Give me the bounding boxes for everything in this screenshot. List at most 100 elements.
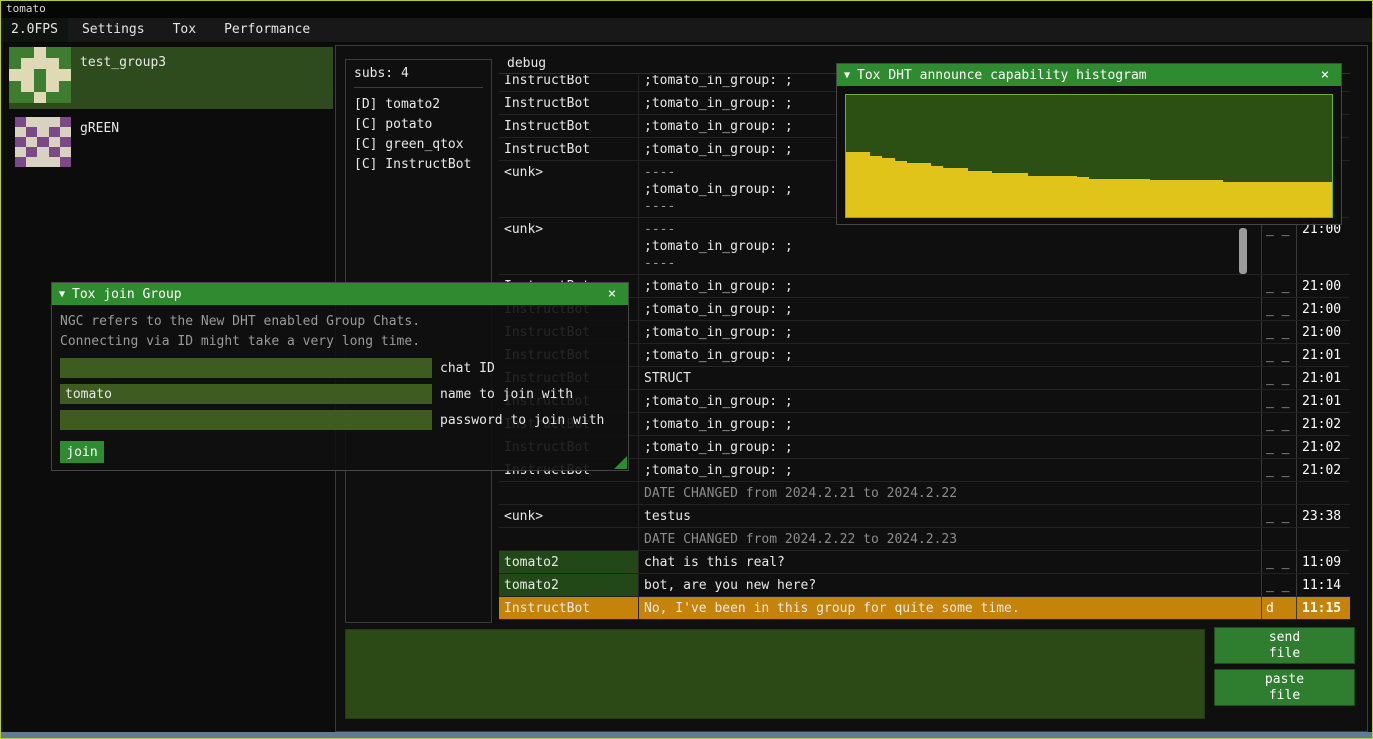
histogram-window-title: Tox DHT announce capability histogram	[857, 68, 1147, 83]
message-receipts	[1261, 528, 1296, 550]
message-receipts: _ _	[1261, 574, 1296, 596]
window-titlebar: tomato	[1, 1, 1372, 18]
histogram-bar	[1113, 179, 1125, 217]
histogram-bar	[1065, 176, 1077, 217]
join-field-label: name to join with	[440, 387, 573, 402]
message-row[interactable]: tomato2bot, are you new here?_ _11:14	[499, 574, 1350, 597]
histogram-bar	[1028, 176, 1040, 217]
menubar: 2.0FPSSettingsToxPerformance	[1, 18, 1372, 43]
message-time: 21:00	[1296, 321, 1350, 343]
histogram-bar	[1016, 173, 1028, 217]
histogram-bar	[1174, 180, 1186, 217]
join-button[interactable]: join	[60, 441, 104, 463]
menu-item-tox[interactable]: Tox	[159, 18, 210, 42]
message-row[interactable]: InstructBotNo, I've been in this group f…	[499, 597, 1350, 620]
message-text: chat is this real?	[639, 551, 1261, 573]
message-text: ----;tomato_in_group: ;----	[639, 218, 1261, 274]
subs-member[interactable]: [D] tomato2	[354, 95, 483, 115]
resize-grip[interactable]	[614, 456, 627, 469]
join-input-name-to-join-with[interactable]	[60, 384, 432, 404]
histogram-bar	[1271, 182, 1283, 217]
system-row[interactable]: DATE CHANGED from 2024.2.21 to 2024.2.22	[499, 482, 1350, 505]
histogram-bar	[1296, 182, 1308, 217]
message-text: bot, are you new here?	[639, 574, 1261, 596]
histogram-bar	[895, 161, 907, 217]
message-time: 21:00	[1296, 218, 1350, 274]
message-row[interactable]: <unk>----;tomato_in_group: ;----_ _21:00	[499, 218, 1350, 275]
histogram-bar	[1089, 179, 1101, 217]
sidebar-group-gREEN[interactable]: gREEN	[9, 113, 333, 175]
chat-scrollbar[interactable]	[1239, 228, 1247, 274]
subs-member[interactable]: [C] potato	[354, 115, 483, 135]
message-time: 21:02	[1296, 436, 1350, 458]
join-field-label: chat ID	[440, 361, 495, 376]
message-time: 11:15	[1296, 597, 1350, 619]
join-window-titlebar[interactable]: ▼ Tox join Group ×	[52, 283, 628, 305]
close-icon[interactable]: ×	[603, 286, 621, 302]
collapse-arrow-icon[interactable]: ▼	[59, 289, 65, 300]
histogram-bar	[992, 173, 1004, 217]
histogram-bar	[1077, 177, 1089, 217]
message-time: 21:00	[1296, 275, 1350, 297]
histogram-bar	[1041, 176, 1053, 217]
histogram-window-titlebar[interactable]: ▼ Tox DHT announce capability histogram …	[837, 64, 1341, 86]
subs-list: [D] tomato2[C] potato[C] green_qtox[C] I…	[354, 95, 483, 175]
message-receipts: _ _	[1261, 218, 1296, 274]
histogram-bar	[955, 168, 967, 217]
message-receipts	[1261, 482, 1296, 504]
menu-item-settings[interactable]: Settings	[68, 18, 159, 42]
subs-member[interactable]: [C] green_qtox	[354, 135, 483, 155]
subs-member[interactable]: [C] InstructBot	[354, 155, 483, 175]
join-field-label: password to join with	[440, 413, 604, 428]
close-icon[interactable]: ×	[1316, 67, 1334, 83]
message-receipts: _ _	[1261, 298, 1296, 320]
histogram-bar	[980, 171, 992, 217]
message-receipts: _ _	[1261, 367, 1296, 389]
message-time: 23:38	[1296, 505, 1350, 527]
message-author	[499, 528, 639, 550]
sidebar-group-test_group3[interactable]: test_group3	[9, 47, 333, 109]
compose-input[interactable]	[345, 629, 1205, 719]
join-field-row: name to join with	[60, 384, 620, 404]
histogram-bar	[1259, 182, 1271, 217]
paste-file-button[interactable]: paste file	[1214, 669, 1355, 706]
message-receipts: _ _	[1261, 505, 1296, 527]
histogram-bar	[1247, 182, 1259, 217]
message-time: 11:14	[1296, 574, 1350, 596]
subs-count: subs: 4	[354, 66, 483, 88]
collapse-arrow-icon[interactable]: ▼	[844, 70, 850, 81]
histogram-bar	[1138, 179, 1150, 217]
message-receipts: _ _	[1261, 275, 1296, 297]
send-file-button[interactable]: send file	[1214, 627, 1355, 664]
histogram-bar	[968, 171, 980, 217]
join-group-window: ▼ Tox join Group × NGC refers to the New…	[51, 282, 629, 471]
message-time: 11:09	[1296, 551, 1350, 573]
message-time: 21:01	[1296, 367, 1350, 389]
join-input-chat-id[interactable]	[60, 358, 432, 378]
message-text: STRUCT	[639, 367, 1261, 389]
message-text: testus	[639, 505, 1261, 527]
join-input-password-to-join-with[interactable]	[60, 410, 432, 430]
histogram-window: ▼ Tox DHT announce capability histogram …	[836, 63, 1342, 225]
message-time	[1296, 528, 1350, 550]
message-text: DATE CHANGED from 2024.2.22 to 2024.2.23	[639, 528, 1261, 550]
histogram-bar	[931, 166, 943, 217]
histogram-bar	[846, 152, 858, 217]
system-row[interactable]: DATE CHANGED from 2024.2.22 to 2024.2.23	[499, 528, 1350, 551]
app-root: tomato 2.0FPSSettingsToxPerformance test…	[0, 0, 1373, 739]
histogram-bar	[1150, 180, 1162, 217]
histogram-bar	[882, 158, 894, 217]
histogram-bar	[1101, 179, 1113, 217]
join-field-row: chat ID	[60, 358, 620, 378]
histogram-plot	[845, 94, 1333, 218]
message-row[interactable]: tomato2chat is this real?_ _11:09	[499, 551, 1350, 574]
message-author: InstructBot	[499, 597, 639, 619]
message-author: <unk>	[499, 161, 639, 217]
histogram-bar	[858, 152, 870, 217]
message-receipts: _ _	[1261, 390, 1296, 412]
message-time: 21:02	[1296, 413, 1350, 435]
join-field-row: password to join with	[60, 410, 620, 430]
message-receipts: _ _	[1261, 436, 1296, 458]
menu-item-performance[interactable]: Performance	[210, 18, 324, 42]
message-row[interactable]: <unk>testus_ _23:38	[499, 505, 1350, 528]
